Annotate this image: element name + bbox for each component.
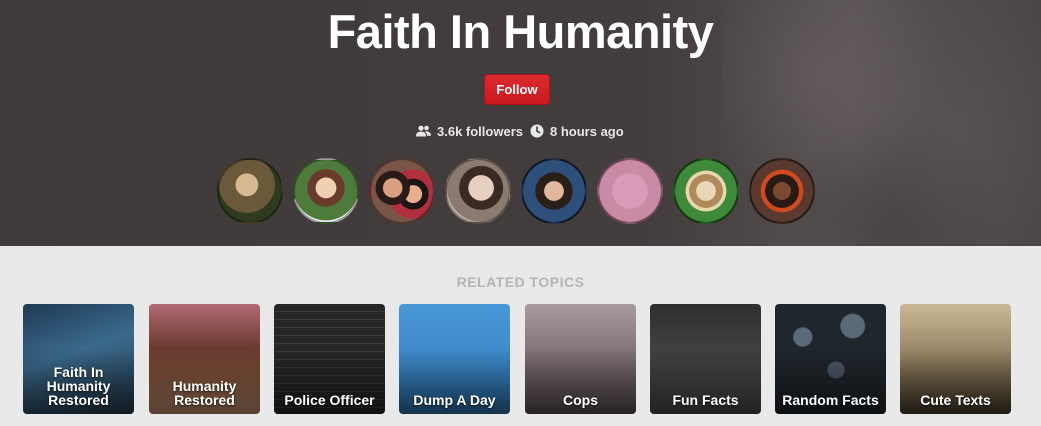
topic-card[interactable]: Fun Facts xyxy=(650,304,761,414)
topic-card[interactable]: Dump A Day xyxy=(399,304,510,414)
related-topics-heading: RELATED TOPICS xyxy=(456,274,585,290)
clock-icon xyxy=(530,124,544,138)
avatar[interactable] xyxy=(217,158,283,224)
topic-label: Police Officer xyxy=(284,392,375,408)
topic-label: Dump A Day xyxy=(413,392,496,408)
updated-label: 8 hours ago xyxy=(550,123,624,139)
topic-label: Humanity Restored xyxy=(172,378,237,408)
avatar[interactable] xyxy=(597,158,663,224)
avatar[interactable] xyxy=(749,158,815,224)
avatar[interactable] xyxy=(521,158,587,224)
avatar[interactable] xyxy=(369,158,435,224)
topic-card[interactable]: Cops xyxy=(525,304,636,414)
people-icon xyxy=(416,125,431,137)
board-header: Faith In Humanity Follow 3.6k followers … xyxy=(0,0,1041,246)
followers-label: 3.6k followers xyxy=(437,123,523,139)
topic-card[interactable]: Humanity Restored xyxy=(149,304,260,414)
avatar[interactable] xyxy=(293,158,359,224)
avatar[interactable] xyxy=(673,158,739,224)
avatar[interactable] xyxy=(445,158,511,224)
topic-label: Random Facts xyxy=(782,392,879,408)
topic-card[interactable]: Police Officer xyxy=(274,304,385,414)
topic-label: Cops xyxy=(563,392,598,408)
topic-card[interactable]: Cute Texts xyxy=(900,304,1011,414)
topic-card[interactable]: Faith In Humanity Restored xyxy=(23,304,134,414)
followers-count[interactable]: 3.6k followers xyxy=(416,122,523,140)
follow-button[interactable]: Follow xyxy=(484,74,550,105)
topic-label: Fun Facts xyxy=(672,392,739,408)
page-title: Faith In Humanity xyxy=(327,5,714,58)
last-updated: 8 hours ago xyxy=(530,122,624,140)
topic-card[interactable]: Random Facts xyxy=(775,304,886,414)
topic-label: Faith In Humanity Restored xyxy=(46,364,111,408)
topic-label: Cute Texts xyxy=(920,392,991,408)
